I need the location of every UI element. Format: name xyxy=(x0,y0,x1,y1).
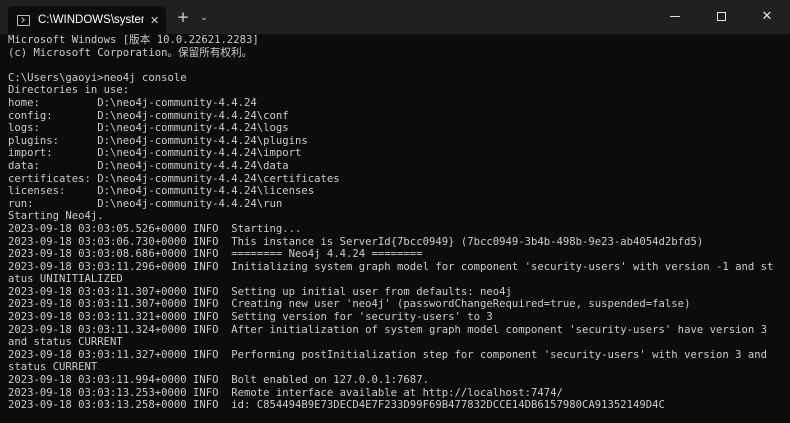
terminal-line: home: D:\neo4j-community-4.4.24 xyxy=(8,96,257,109)
close-icon: ✕ xyxy=(761,8,773,24)
terminal-line: 2023-09-18 03:03:11.296+0000 INFO Initia… xyxy=(8,260,774,273)
terminal-line: 2023-09-18 03:03:11.327+0000 INFO Perfor… xyxy=(8,348,767,361)
terminal-line: 2023-09-18 03:03:06.730+0000 INFO This i… xyxy=(8,235,704,248)
terminal-line: C:\Users\gaoyi>neo4j console xyxy=(8,71,187,84)
terminal-line: (c) Microsoft Corporation。保留所有权利。 xyxy=(8,46,253,59)
terminal-line: plugins: D:\neo4j-community-4.4.24\plugi… xyxy=(8,134,308,147)
terminal-line: logs: D:\neo4j-community-4.4.24\logs xyxy=(8,122,289,135)
terminal-line: Starting Neo4j. xyxy=(8,210,104,223)
terminal-line: import: D:\neo4j-community-4.4.24\import xyxy=(8,147,302,160)
terminal-line: 2023-09-18 03:03:13.258+0000 INFO id: C8… xyxy=(8,399,665,412)
terminal-line: and status CURRENT xyxy=(8,336,123,349)
minimize-icon xyxy=(670,15,680,17)
terminal-line: 2023-09-18 03:03:13.253+0000 INFO Remote… xyxy=(8,386,563,399)
terminal-output[interactable]: Microsoft Windows [版本 10.0.22621.2283] (c… xyxy=(0,34,783,423)
terminal-line: run: D:\neo4j-community-4.4.24\run xyxy=(8,197,283,210)
terminal-line: status CURRENT xyxy=(8,361,98,374)
maximize-button[interactable] xyxy=(698,0,744,32)
maximize-icon xyxy=(716,11,726,21)
close-button[interactable]: ✕ xyxy=(744,0,790,32)
terminal-line: certificates: D:\neo4j-community-4.4.24\… xyxy=(8,172,340,185)
terminal-line: Directories in use: xyxy=(8,84,130,97)
terminal-icon xyxy=(17,14,30,26)
terminal-line: Microsoft Windows [版本 10.0.22621.2283] xyxy=(8,34,259,46)
terminal-line: 2023-09-18 03:03:11.324+0000 INFO After … xyxy=(8,323,767,336)
tab-cmd[interactable]: C:\WINDOWS\system32\cmd. ✕ xyxy=(8,6,166,34)
terminal-window: C:\WINDOWS\system32\cmd. ✕ + ⌄ ✕ Microso… xyxy=(0,0,790,423)
title-bar: C:\WINDOWS\system32\cmd. ✕ + ⌄ ✕ xyxy=(0,0,790,34)
scrollbar[interactable] xyxy=(783,34,790,423)
terminal-line: 2023-09-18 03:03:11.307+0000 INFO Settin… xyxy=(8,285,512,298)
terminal-line: 2023-09-18 03:03:08.686+0000 INFO ======… xyxy=(8,248,423,261)
terminal-line: licenses: D:\neo4j-community-4.4.24\lice… xyxy=(8,185,315,198)
terminal-line: config: D:\neo4j-community-4.4.24\conf xyxy=(8,109,289,122)
minimize-button[interactable] xyxy=(652,0,698,32)
terminal-line: 2023-09-18 03:03:05.526+0000 INFO Starti… xyxy=(8,222,302,235)
terminal-line: 2023-09-18 03:03:11.321+0000 INFO Settin… xyxy=(8,311,493,324)
terminal-line: 2023-09-18 03:03:11.307+0000 INFO Creati… xyxy=(8,298,691,311)
chevron-down-icon[interactable]: ⌄ xyxy=(198,9,210,27)
terminal-line: data: D:\neo4j-community-4.4.24\data xyxy=(8,159,289,172)
tab-title: C:\WINDOWS\system32\cmd. xyxy=(38,14,144,26)
terminal-line: 2023-09-18 03:03:11.994+0000 INFO Bolt e… xyxy=(8,374,429,387)
tab-close-icon[interactable]: ✕ xyxy=(150,14,159,27)
terminal-line: atus UNINITIALIZED xyxy=(8,273,123,286)
new-tab-button[interactable]: + xyxy=(176,8,190,26)
